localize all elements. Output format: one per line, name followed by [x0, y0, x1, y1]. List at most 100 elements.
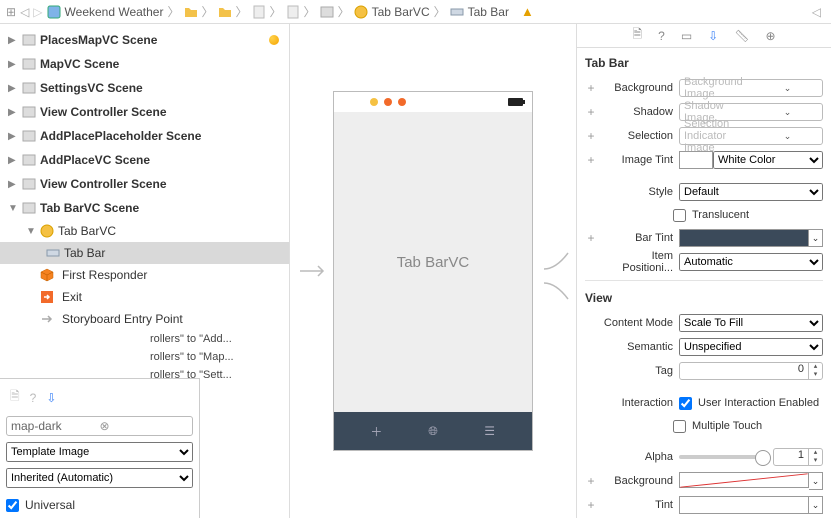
- chevron-down-icon: ⌄: [809, 496, 823, 514]
- uie-label: User Interaction Enabled: [698, 397, 819, 409]
- help-icon[interactable]: ?: [30, 391, 37, 405]
- attributes-inspector-icon[interactable]: ⇩: [708, 29, 718, 43]
- connections-inspector-icon[interactable]: ⊕: [765, 29, 775, 43]
- disclosure-triangle-icon[interactable]: ▶: [8, 131, 18, 142]
- interaction-label: Interaction: [603, 397, 673, 409]
- file-inspector-icon[interactable]: 🗎: [10, 387, 20, 408]
- outline-item-first-responder[interactable]: ▶ First Responder: [0, 264, 289, 286]
- scene-row[interactable]: ▶ MapVC Scene: [0, 52, 289, 76]
- attributes-icon[interactable]: ⇩: [46, 391, 56, 405]
- folder-icon[interactable]: [184, 5, 198, 19]
- clear-icon[interactable]: ⊗: [100, 419, 189, 433]
- scene-row[interactable]: ▶ View Controller Scene: [0, 172, 289, 196]
- file-icon[interactable]: [252, 5, 266, 19]
- add-icon[interactable]: +: [585, 129, 597, 143]
- selection-combo[interactable]: Selection Indicator Image⌄: [679, 127, 823, 145]
- add-icon[interactable]: +: [585, 105, 597, 119]
- outline-item-tabbarvc[interactable]: ▼ Tab BarVC: [0, 220, 289, 242]
- document-outline: ▶ PlacesMapVC Scene▶ MapVC Scene▶ Settin…: [0, 24, 290, 518]
- file-icon[interactable]: [286, 5, 300, 19]
- asset-name-field[interactable]: map-dark ⊗: [6, 416, 193, 436]
- bar-tint-well[interactable]: ⌄: [679, 229, 823, 247]
- file-inspector-icon[interactable]: 🗎: [632, 25, 642, 46]
- step-up-icon[interactable]: ▴: [809, 363, 822, 371]
- scene-icon: [22, 201, 36, 215]
- segue-arrow-out-icon: [542, 251, 572, 271]
- scene-icon: [22, 33, 36, 47]
- background-combo[interactable]: Background Image⌄: [679, 79, 823, 97]
- circle-icon: [40, 224, 54, 238]
- item-positioning-select[interactable]: Automatic: [679, 253, 823, 271]
- tag-field[interactable]: 0▴▾: [679, 362, 823, 380]
- universal-checkbox[interactable]: [6, 499, 19, 512]
- menu-icon: ☰: [484, 424, 495, 438]
- breadcrumb-tabvc[interactable]: Tab BarVC: [354, 5, 430, 19]
- chevron-left-icon[interactable]: ◁: [812, 5, 821, 19]
- tab-item-menu[interactable]: ☰: [461, 424, 518, 438]
- size-inspector-icon[interactable]: 📏︎: [734, 29, 749, 43]
- storyboard-canvas[interactable]: Tab BarVC ＋ 🌐︎ ☰: [290, 24, 576, 518]
- style-label: Style: [603, 186, 673, 198]
- universal-label: Universal: [25, 498, 75, 512]
- scene-row[interactable]: ▶ PlacesMapVC Scene: [0, 28, 289, 52]
- add-icon[interactable]: +: [585, 81, 597, 95]
- disclosure-triangle-icon[interactable]: ▶: [8, 83, 18, 94]
- uie-checkbox[interactable]: [679, 397, 692, 410]
- alpha-slider[interactable]: [679, 448, 769, 466]
- quick-help-icon[interactable]: ?: [658, 29, 665, 43]
- disclosure-triangle-icon[interactable]: ▼: [26, 226, 36, 237]
- content-mode-select[interactable]: Scale To Fill: [679, 314, 823, 332]
- translucent-checkbox[interactable]: [673, 209, 686, 222]
- disclosure-triangle-icon[interactable]: ▶: [8, 59, 18, 70]
- scene-icon[interactable]: [320, 5, 334, 19]
- arrow-icon: [40, 312, 54, 326]
- image-tint-control[interactable]: White Color: [679, 151, 823, 169]
- status-dot-icon: [370, 98, 378, 106]
- render-as-select[interactable]: Template Image: [6, 442, 193, 462]
- simulated-device[interactable]: Tab BarVC ＋ 🌐︎ ☰: [333, 91, 533, 451]
- style-select[interactable]: Default: [679, 183, 823, 201]
- add-icon[interactable]: +: [585, 231, 597, 245]
- tab-item-add[interactable]: ＋: [348, 423, 405, 440]
- nav-fwd-icon[interactable]: ▷: [33, 5, 42, 19]
- warning-icon[interactable]: ▲: [521, 4, 534, 19]
- tabbar-icon: [450, 5, 464, 19]
- phone-tab-bar[interactable]: ＋ 🌐︎ ☰: [334, 412, 532, 450]
- step-down-icon[interactable]: ▾: [809, 371, 822, 379]
- storyboard-icon: [47, 5, 61, 19]
- view-background-well[interactable]: ⌄: [679, 472, 823, 490]
- chevron-down-icon: ⌄: [753, 83, 822, 94]
- disclosure-triangle-icon[interactable]: ▶: [8, 179, 18, 190]
- breadcrumb-project[interactable]: Weekend Weather: [47, 5, 164, 19]
- translucent-label: Translucent: [692, 209, 749, 221]
- shadow-label: Shadow: [603, 106, 673, 118]
- semantic-select[interactable]: Unspecified: [679, 338, 823, 356]
- nav-back-icon[interactable]: ◁: [20, 5, 29, 19]
- outline-item-tabbar[interactable]: Tab Bar: [0, 242, 289, 264]
- disclosure-triangle-icon[interactable]: ▶: [8, 107, 18, 118]
- scene-row[interactable]: ▶ SettingsVC Scene: [0, 76, 289, 100]
- related-items-icon[interactable]: ⊞: [6, 5, 16, 19]
- disclosure-triangle-icon[interactable]: ▶: [8, 35, 18, 46]
- inherit-select[interactable]: Inherited (Automatic): [6, 468, 193, 488]
- disclosure-triangle-icon[interactable]: ▼: [8, 203, 18, 214]
- folder-icon[interactable]: [218, 5, 232, 19]
- breadcrumb-tabbar[interactable]: Tab Bar: [450, 5, 509, 19]
- add-icon[interactable]: +: [585, 498, 597, 512]
- tab-item-globe[interactable]: 🌐︎: [405, 424, 462, 439]
- outline-item-exit[interactable]: ▶ Exit: [0, 286, 289, 308]
- scene-row-tabbarvc[interactable]: ▼ Tab BarVC Scene: [0, 196, 289, 220]
- alpha-field[interactable]: 1▴▾: [773, 448, 823, 466]
- view-tint-well[interactable]: ⌄: [679, 496, 823, 514]
- add-icon[interactable]: +: [585, 153, 597, 167]
- scene-row[interactable]: ▶ AddPlaceVC Scene: [0, 148, 289, 172]
- identity-inspector-icon[interactable]: ▭: [681, 29, 692, 43]
- multiple-touch-checkbox[interactable]: [673, 420, 686, 433]
- outline-item-entry-point[interactable]: ▶ Storyboard Entry Point: [0, 308, 289, 330]
- cube-icon: [40, 268, 54, 282]
- scene-row[interactable]: ▶ AddPlacePlaceholder Scene: [0, 124, 289, 148]
- scene-row[interactable]: ▶ View Controller Scene: [0, 100, 289, 124]
- section-title-tabbar: Tab Bar: [585, 52, 823, 76]
- disclosure-triangle-icon[interactable]: ▶: [8, 155, 18, 166]
- add-icon[interactable]: +: [585, 474, 597, 488]
